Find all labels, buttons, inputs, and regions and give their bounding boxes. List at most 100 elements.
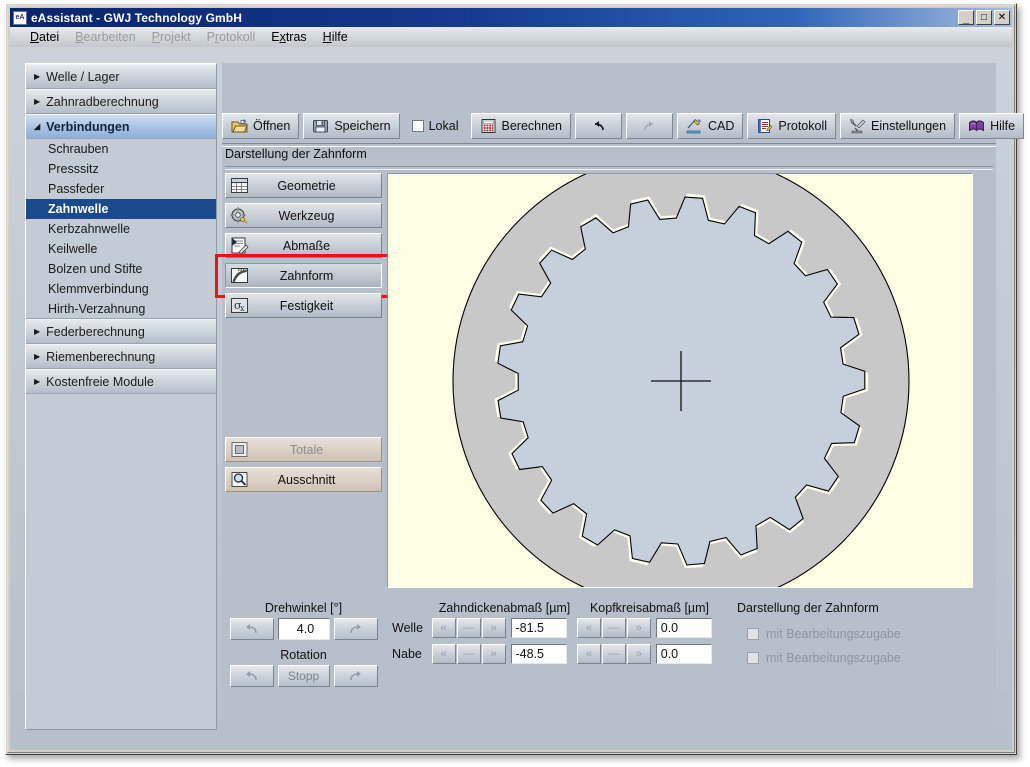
protocol-button[interactable]: Protokoll bbox=[747, 113, 836, 139]
sidebar-group-welle-lager[interactable]: ▶ Welle / Lager bbox=[26, 64, 216, 89]
sidebar-item-passfeder[interactable]: Passfeder bbox=[26, 179, 216, 199]
nabe-tip-next-button[interactable]: » bbox=[627, 644, 651, 664]
menu-item-projekt[interactable]: Projekt bbox=[144, 28, 199, 46]
chevron-right-icon: ▶ bbox=[34, 72, 40, 81]
options-title: Darstellung der Zahnform bbox=[737, 601, 967, 615]
gear-tool-icon bbox=[229, 206, 250, 225]
sidebar-item-kerbzahnwelle[interactable]: Kerbzahnwelle bbox=[26, 219, 216, 239]
deviation-row-label: Nabe bbox=[392, 647, 432, 661]
nabe-tip-input[interactable]: 0.0 bbox=[656, 644, 712, 664]
tab-abmasse[interactable]: Abmaße bbox=[225, 233, 382, 258]
settings-button[interactable]: Einstellungen bbox=[840, 113, 955, 139]
sidebar-group-verbindungen[interactable]: ◢ Verbindungen bbox=[26, 114, 216, 139]
tab-werkzeug[interactable]: Werkzeug bbox=[225, 203, 382, 228]
close-icon: ✕ bbox=[995, 11, 1009, 24]
sidebar-item-label: Hirth-Verzahnung bbox=[48, 302, 145, 316]
sidebar-group-riemenberechnung[interactable]: ▶ Riemenberechnung bbox=[26, 344, 216, 369]
sidebar-group-federberechnung[interactable]: ▶ Federberechnung bbox=[26, 319, 216, 344]
menu-item-extras[interactable]: Extras bbox=[263, 28, 314, 46]
tooth-form-canvas[interactable] bbox=[387, 173, 973, 588]
tab-zahnform[interactable]: Zahnform bbox=[225, 263, 382, 288]
local-checkbox[interactable]: Lokal bbox=[404, 113, 467, 139]
welle-thickness-reset-button[interactable]: — bbox=[457, 618, 481, 638]
option-row-machining-allowance-1[interactable]: mit Bearbeitungszugabe bbox=[737, 622, 967, 646]
welle-tip-input[interactable]: 0.0 bbox=[656, 618, 712, 638]
view-button-ausschnitt[interactable]: Ausschnitt bbox=[225, 467, 382, 492]
cad-button[interactable]: CAD bbox=[677, 113, 743, 139]
menu-item-protokoll[interactable]: Protokoll bbox=[199, 28, 264, 46]
save-button[interactable]: Speichern bbox=[303, 113, 399, 139]
tab-festigkeit[interactable]: σ x Festigkeit bbox=[225, 293, 382, 318]
fit-square-icon bbox=[229, 440, 250, 459]
maximize-button[interactable]: □ bbox=[976, 10, 992, 25]
rotation-label: Rotation bbox=[225, 648, 382, 662]
sidebar-item-label: Bolzen und Stifte bbox=[48, 262, 143, 276]
nabe-thickness-prev-button[interactable]: « bbox=[432, 644, 456, 664]
welle-tip-next-button[interactable]: » bbox=[627, 618, 651, 638]
next-icon: » bbox=[636, 622, 642, 634]
menu-item-datei[interactable]: DDateiatei bbox=[22, 28, 67, 46]
nabe-thickness-reset-button[interactable]: — bbox=[457, 644, 481, 664]
rotation-stop-button[interactable]: Stopp bbox=[278, 665, 330, 687]
option-label: mit Bearbeitungszugabe bbox=[766, 651, 901, 665]
sidebar-item-schrauben[interactable]: Schrauben bbox=[26, 139, 216, 159]
magnifier-zoom-icon bbox=[229, 470, 250, 489]
option-row-machining-allowance-2[interactable]: mit Bearbeitungszugabe bbox=[737, 646, 967, 670]
option-label: mit Bearbeitungszugabe bbox=[766, 627, 901, 641]
sidebar-item-zahnwelle[interactable]: Zahnwelle bbox=[26, 199, 216, 219]
welle-thickness-prev-button[interactable]: « bbox=[432, 618, 456, 638]
rotate-cw-button[interactable] bbox=[334, 618, 378, 640]
gear-drawing bbox=[388, 174, 973, 588]
window-inner-frame: eA eAssistant - GWJ Technology GmbH _ □ … bbox=[7, 5, 1015, 753]
chevron-right-icon: ▶ bbox=[34, 97, 40, 106]
sidebar-item-hirth-verzahnung[interactable]: Hirth-Verzahnung bbox=[26, 299, 216, 319]
rotation-ccw-button[interactable] bbox=[230, 665, 274, 687]
redo-button[interactable] bbox=[626, 113, 673, 139]
chevron-right-icon: ▶ bbox=[34, 377, 40, 386]
sidebar-item-keilwelle[interactable]: Keilwelle bbox=[26, 239, 216, 259]
deviation-col-tip-circle: Kopfkreisabmaß [µm] bbox=[577, 601, 722, 615]
deviation-row-welle: Welle « — » -81.5 « — » 0.0 bbox=[392, 615, 722, 641]
rotation-angle-input[interactable]: 4.0 bbox=[278, 618, 330, 640]
checkbox-icon[interactable] bbox=[747, 652, 759, 664]
checkbox-icon[interactable] bbox=[747, 628, 759, 640]
next-icon: » bbox=[490, 648, 496, 660]
nabe-thickness-input[interactable]: -48.5 bbox=[511, 644, 567, 664]
welle-tip-circle-cell: « — » 0.0 bbox=[577, 618, 722, 638]
undo-button[interactable] bbox=[575, 113, 622, 139]
title-bar: eA eAssistant - GWJ Technology GmbH _ □ … bbox=[10, 8, 1012, 27]
welle-tip-prev-button[interactable]: « bbox=[577, 618, 601, 638]
open-button[interactable]: Öffnen bbox=[222, 113, 299, 139]
welle-thickness-input[interactable]: -81.5 bbox=[511, 618, 567, 638]
menu-item-hilfe[interactable]: Hilfe bbox=[315, 28, 356, 46]
nabe-thickness-next-button[interactable]: » bbox=[482, 644, 506, 664]
sidebar-item-klemmverbindung[interactable]: Klemmverbindung bbox=[26, 279, 216, 299]
sidebar-group-zahnradberechnung[interactable]: ▶ Zahnradberechnung bbox=[26, 89, 216, 114]
sidebar-item-bolzen-und-stifte[interactable]: Bolzen und Stifte bbox=[26, 259, 216, 279]
minimize-button[interactable]: _ bbox=[958, 10, 974, 25]
sidebar-item-presssitz[interactable]: Presssitz bbox=[26, 159, 216, 179]
rotation-cw-button[interactable] bbox=[334, 665, 378, 687]
sidebar-item-label: Schrauben bbox=[48, 142, 108, 156]
app-icon: eA bbox=[13, 11, 27, 25]
redo-arrow-icon bbox=[641, 118, 658, 134]
view-button-totale[interactable]: Totale bbox=[225, 437, 382, 462]
nabe-tip-prev-button[interactable]: « bbox=[577, 644, 601, 664]
welle-tip-reset-button[interactable]: — bbox=[602, 618, 626, 638]
rotation-angle-label: Drehwinkel [°] bbox=[225, 601, 382, 615]
nabe-tip-reset-button[interactable]: — bbox=[602, 644, 626, 664]
sidebar-group-kostenfreie-module[interactable]: ▶ Kostenfreie Module bbox=[26, 369, 216, 394]
welle-thickness-next-button[interactable]: » bbox=[482, 618, 506, 638]
tab-label: Geometrie bbox=[250, 179, 381, 193]
rotate-ccw-button[interactable] bbox=[230, 618, 274, 640]
sidebar-group-label: Welle / Lager bbox=[46, 70, 119, 84]
menu-item-bearbeiten[interactable]: Bearbeiten bbox=[67, 28, 143, 46]
sidebar-group-label: Zahnradberechnung bbox=[46, 95, 159, 109]
open-button-label: Öffnen bbox=[253, 119, 290, 133]
help-button[interactable]: Hilfe bbox=[959, 113, 1024, 139]
close-button[interactable]: ✕ bbox=[994, 10, 1010, 25]
view-button-label: Totale bbox=[250, 443, 381, 457]
tab-label: Festigkeit bbox=[250, 299, 381, 313]
tab-geometrie[interactable]: Geometrie bbox=[225, 173, 382, 198]
calculate-button[interactable]: Berechnen bbox=[471, 113, 571, 139]
